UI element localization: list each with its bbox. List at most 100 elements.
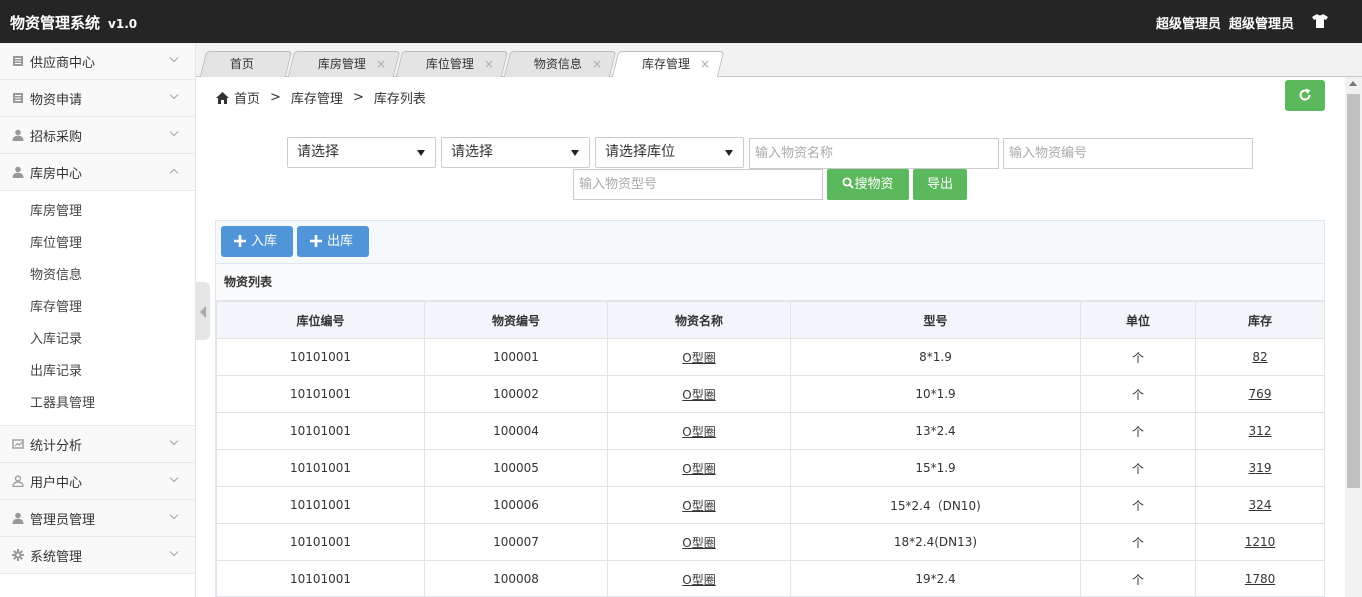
stock-link[interactable]: 312 xyxy=(1249,424,1272,438)
material-name-link[interactable]: O型圈 xyxy=(682,462,715,476)
table-cell: 8*1.9 xyxy=(790,338,1081,376)
scroll-up-arrow-icon[interactable] xyxy=(1349,81,1357,86)
material-name-input[interactable] xyxy=(749,138,999,169)
table-cell: O型圈 xyxy=(607,375,791,413)
tab-0[interactable]: 首页 xyxy=(199,51,293,77)
close-icon[interactable]: × xyxy=(376,52,386,77)
table-cell: 个 xyxy=(1080,486,1196,524)
warehouse-select[interactable]: 请选择 xyxy=(441,137,590,168)
sidebar-subitem-5[interactable]: 出库记录 xyxy=(0,356,195,388)
table-cell: 个 xyxy=(1080,338,1196,376)
sidebar-subitem-4[interactable]: 入库记录 xyxy=(0,324,195,356)
location-select[interactable]: 请选择库位 xyxy=(595,137,744,168)
sidebar-item-1[interactable]: 物资申请 xyxy=(0,80,195,117)
tab-3[interactable]: 物资信息 × xyxy=(503,51,617,77)
user-role[interactable]: 超级管理员 xyxy=(1156,17,1221,32)
sidebar-item-label: 物资申请 xyxy=(30,92,83,108)
search-button[interactable]: 搜物资 xyxy=(827,169,909,200)
chevron-down-icon xyxy=(169,551,179,557)
table-cell: 10101001 xyxy=(216,338,425,376)
user-name[interactable]: 超级管理员 xyxy=(1229,17,1294,32)
material-name-link[interactable]: O型圈 xyxy=(682,573,715,587)
table-cell: 319 xyxy=(1195,449,1325,487)
material-name-link[interactable]: O型圈 xyxy=(682,499,715,513)
app-version: v1.0 xyxy=(108,17,138,31)
tab-1[interactable]: 库房管理 × xyxy=(287,51,401,77)
plus-icon xyxy=(310,235,322,247)
export-button[interactable]: 导出 xyxy=(913,169,967,200)
sidebar-item-after-2[interactable]: 管理员管理 xyxy=(0,500,195,537)
plus-icon xyxy=(234,235,246,247)
close-icon[interactable]: × xyxy=(700,52,710,77)
chevron-down-icon xyxy=(169,440,179,446)
app-title: 物资管理系统 v1.0 xyxy=(10,12,137,33)
table-body: 10101001 100001 O型圈 8*1.9 个 82 10101001 100002 O… xyxy=(216,338,1325,597)
category-select[interactable]: 请选择 xyxy=(287,137,436,168)
close-icon[interactable]: × xyxy=(592,52,602,77)
table-cell: 82 xyxy=(1195,338,1325,376)
sidebar-subitem-0[interactable]: 库房管理 xyxy=(0,196,195,228)
table-cell: 100005 xyxy=(424,449,608,487)
table-cell: 个 xyxy=(1080,560,1196,597)
scroll-thumb[interactable] xyxy=(1347,94,1360,488)
sidebar-item-after-3[interactable]: 系统管理 xyxy=(0,537,195,574)
sidebar-item-after-0[interactable]: 统计分析 xyxy=(0,426,195,463)
sidebar-collapse-handle[interactable] xyxy=(196,282,210,340)
stock-link[interactable]: 1780 xyxy=(1245,572,1276,586)
sidebar-subitem-6[interactable]: 工器具管理 xyxy=(0,388,195,420)
breadcrumb: 首页 > 库存管理 > 库存列表 xyxy=(216,88,426,107)
category-select-value: 请选择 xyxy=(297,144,339,160)
sidebar-submenu: 库房管理 库位管理 物资信息 库存管理 入库记录 出库记录 工器具管理 xyxy=(0,191,195,426)
shirt-icon[interactable] xyxy=(1312,14,1328,28)
caret-down-icon xyxy=(417,150,425,156)
sidebar-item-after-1[interactable]: 用户中心 xyxy=(0,463,195,500)
user-info[interactable]: 超级管理员 超级管理员 xyxy=(1148,13,1294,32)
breadcrumb-separator: > xyxy=(270,90,281,105)
stock-out-button[interactable]: 出库 xyxy=(297,226,369,257)
material-model-input[interactable] xyxy=(573,169,823,200)
table-cell: 1210 xyxy=(1195,523,1325,561)
table-row: 10101001 100006 O型圈 15*2.4（DN10) 个 324 xyxy=(216,486,1325,524)
sidebar-item-label: 统计分析 xyxy=(30,438,83,454)
table-cell: 10*1.9 xyxy=(790,375,1081,413)
inventory-table: 库位编号 物资编号 物资名称 型号 单位 库存 10101001 100001 O型圈 8*1.… xyxy=(216,301,1325,597)
panel-title: 物资列表 xyxy=(216,264,1324,301)
material-name-link[interactable]: O型圈 xyxy=(682,351,715,365)
stock-link[interactable]: 1210 xyxy=(1245,535,1276,549)
sidebar-item-0[interactable]: 供应商中心 xyxy=(0,43,195,80)
warehouse-select-value: 请选择 xyxy=(451,144,493,160)
material-name-link[interactable]: O型圈 xyxy=(682,425,715,439)
tab-2[interactable]: 库位管理 × xyxy=(395,51,509,77)
material-name-link[interactable]: O型圈 xyxy=(682,536,715,550)
breadcrumb-home[interactable]: 首页 xyxy=(234,88,260,107)
book-icon xyxy=(12,55,24,67)
stock-link[interactable]: 319 xyxy=(1249,461,1272,475)
refresh-button[interactable] xyxy=(1285,80,1325,111)
material-code-input[interactable] xyxy=(1003,138,1253,169)
sidebar-item-2[interactable]: 招标采购 xyxy=(0,117,195,154)
column-header: 库存 xyxy=(1195,301,1325,339)
sidebar-item-label: 供应商中心 xyxy=(30,55,96,71)
export-button-label: 导出 xyxy=(926,177,953,192)
vertical-scrollbar[interactable] xyxy=(1345,77,1362,597)
chevron-down-icon xyxy=(169,57,179,63)
sidebar-subitem-1[interactable]: 库位管理 xyxy=(0,228,195,260)
sidebar-subitem-2[interactable]: 物资信息 xyxy=(0,260,195,292)
gear-icon xyxy=(12,549,24,561)
material-name-link[interactable]: O型圈 xyxy=(682,388,715,402)
sidebar-item-expanded[interactable]: 库房中心 xyxy=(0,154,195,191)
user-icon xyxy=(12,512,24,524)
tab-4[interactable]: 库存管理 × xyxy=(611,51,725,78)
caret-down-icon xyxy=(571,150,579,156)
stock-link[interactable]: 769 xyxy=(1249,387,1272,401)
breadcrumb-inventory[interactable]: 库存管理 xyxy=(291,88,343,107)
sidebar-item-label: 招标采购 xyxy=(30,129,83,145)
chevron-down-icon xyxy=(169,94,179,100)
book-icon xyxy=(12,92,24,104)
close-icon[interactable]: × xyxy=(484,52,494,77)
sidebar-subitem-3[interactable]: 库存管理 xyxy=(0,292,195,324)
stock-link[interactable]: 324 xyxy=(1249,498,1272,512)
stock-in-button[interactable]: 入库 xyxy=(221,226,293,257)
table-cell: 10101001 xyxy=(216,560,425,597)
stock-link[interactable]: 82 xyxy=(1252,350,1267,364)
